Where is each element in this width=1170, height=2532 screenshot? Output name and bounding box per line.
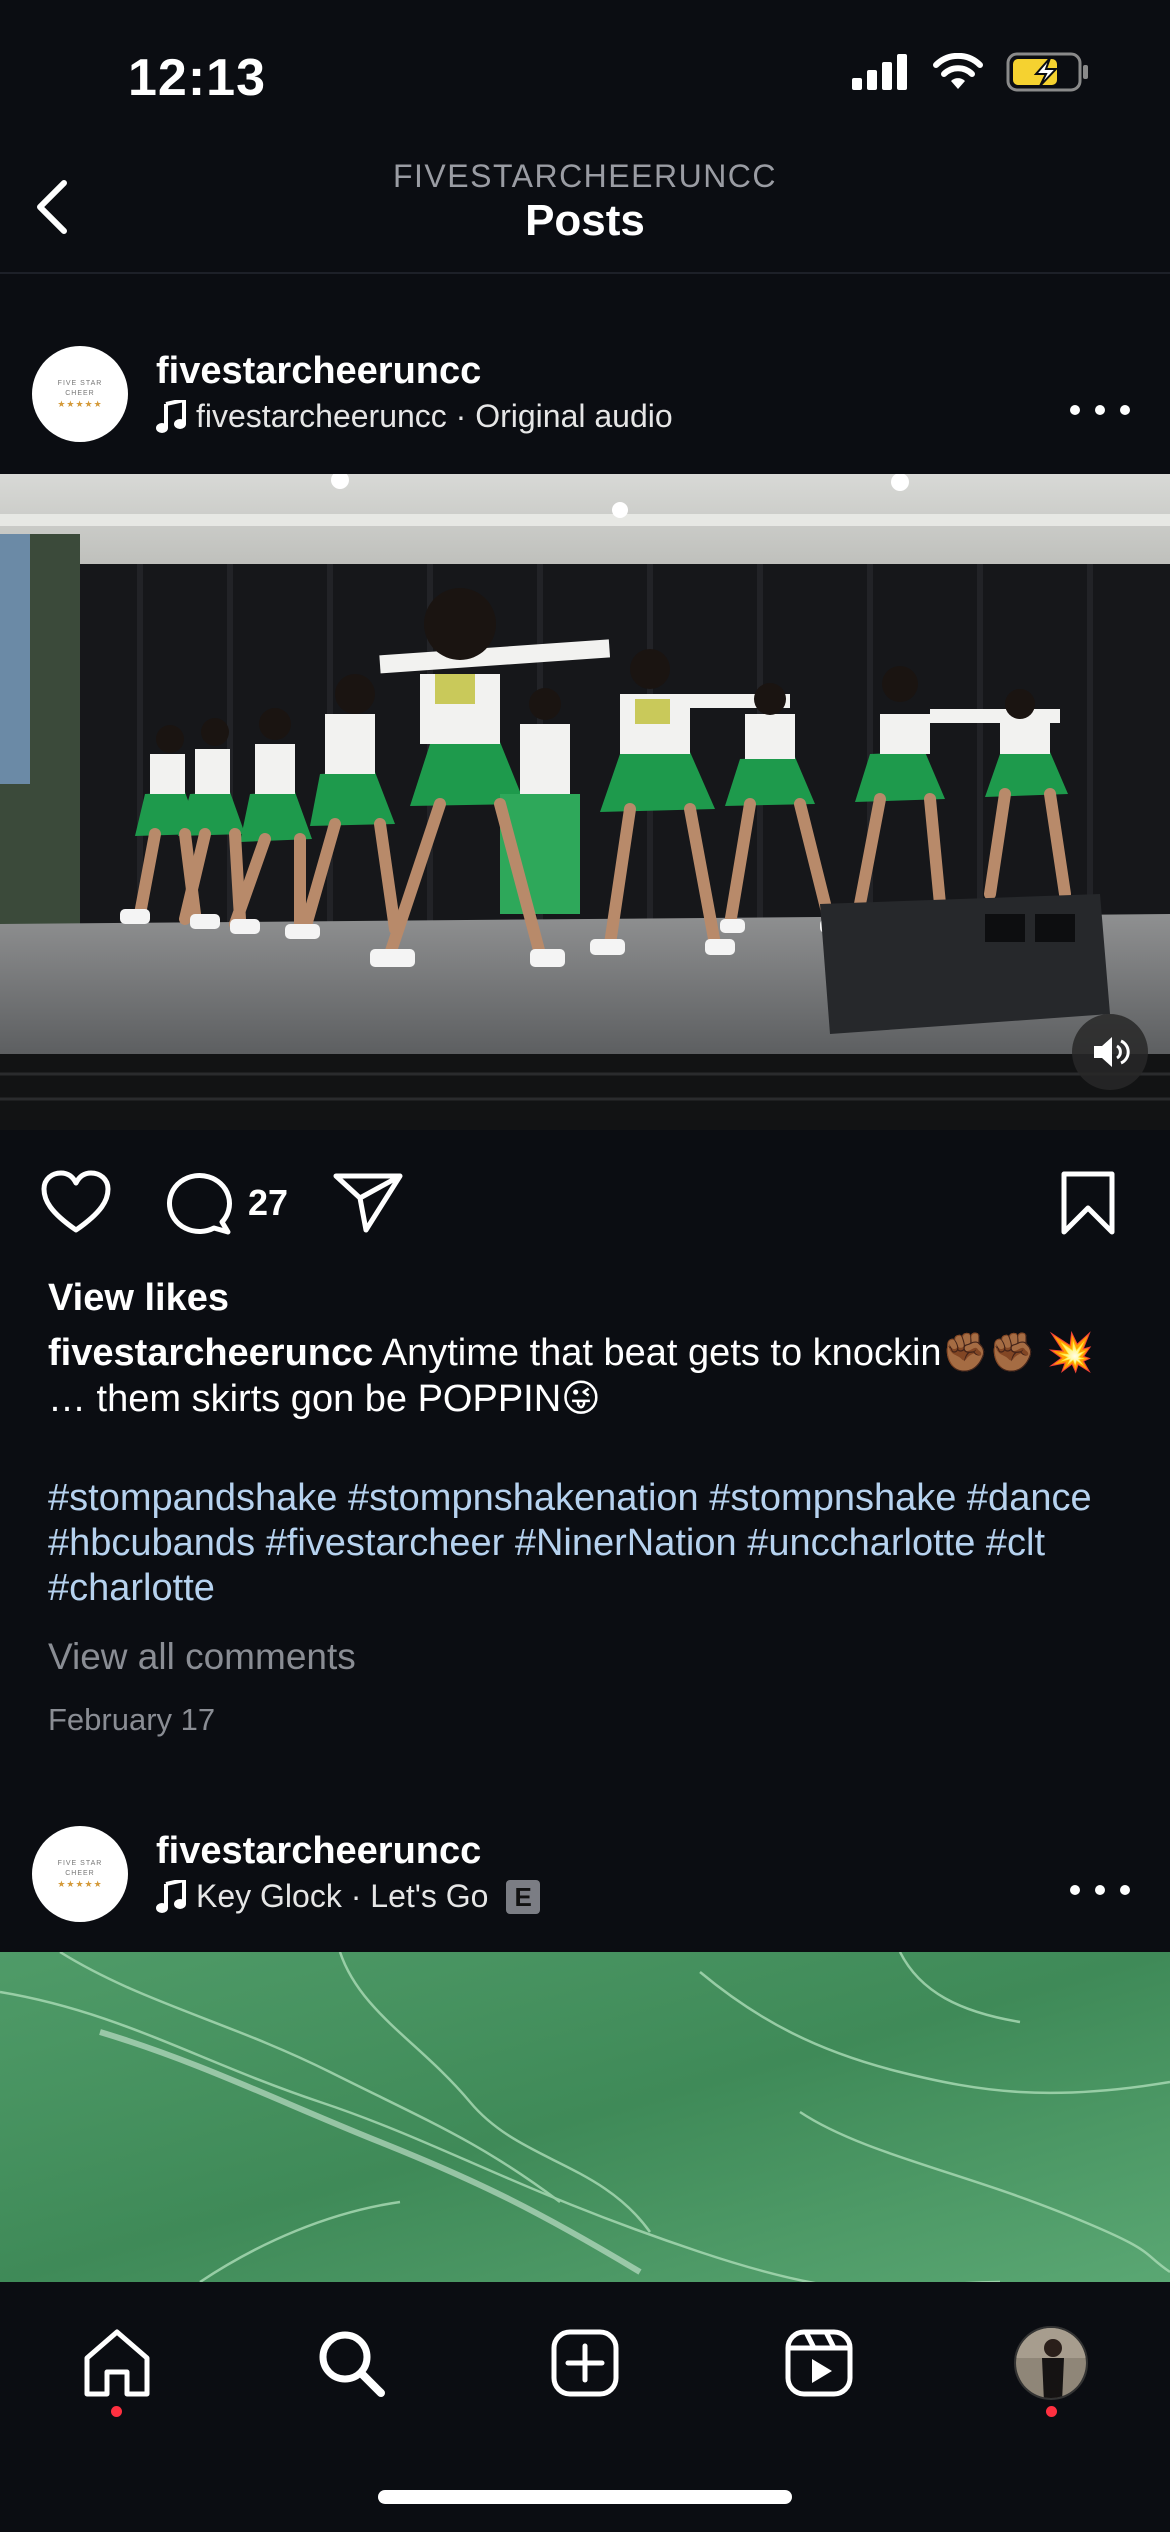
avatar-logo: FIVE STAR CHEER ★★★★★ (57, 1860, 103, 1889)
more-options-button[interactable] (1070, 390, 1130, 430)
comment-button[interactable]: 27 (164, 1170, 288, 1236)
header-username: FIVESTARCHEERUNCC (392, 158, 778, 194)
page-header: FIVESTARCHEERUNCC Posts (0, 150, 1170, 274)
avatar[interactable]: FIVE STAR CHEER ★★★★★ (32, 1826, 128, 1922)
like-button[interactable] (40, 1170, 112, 1234)
status-time: 12:13 (128, 49, 266, 107)
comment-count: 27 (248, 1182, 289, 1223)
profile-notification-dot (1046, 2406, 1057, 2417)
save-button[interactable] (1060, 1170, 1116, 1236)
explicit-badge: E (506, 1879, 540, 1914)
dot-icon (1095, 405, 1105, 415)
status-bar: 12:13 (0, 0, 1170, 150)
audio-label: Key Glock · Let's Go (196, 1878, 489, 1914)
bookmark-icon (1061, 1171, 1115, 1235)
post-actions: 27 (0, 1160, 1170, 1250)
post-caption: fivestarcheeruncc Anytime that beat gets… (48, 1330, 1128, 1422)
video-frame (0, 474, 1170, 1130)
cellular-signal-icon (852, 54, 907, 90)
dot-icon (1120, 1885, 1130, 1895)
music-note-icon (156, 1879, 186, 1913)
nav-profile[interactable] (1006, 2318, 1096, 2408)
dot-icon (1095, 1885, 1105, 1895)
post-username[interactable]: fivestarcheeruncc (156, 1830, 481, 1873)
search-icon (319, 2331, 385, 2397)
profile-photo (1016, 2328, 1086, 2398)
heart-icon (41, 1170, 111, 1233)
more-options-button[interactable] (1070, 1870, 1130, 1910)
nav-search[interactable] (306, 2318, 396, 2408)
speaker-icon (1094, 1037, 1130, 1067)
nav-home[interactable] (72, 2318, 162, 2408)
dot-icon (1070, 405, 1080, 415)
home-notification-dot (111, 2406, 122, 2417)
post-hashtags[interactable]: #stompandshake #stompnshakenation #stomp… (48, 1476, 1138, 1611)
post-image-2[interactable] (0, 1952, 1170, 2282)
dot-icon (1120, 405, 1130, 415)
view-all-comments-link[interactable]: View all comments (48, 1636, 356, 1678)
post-video[interactable] (0, 474, 1170, 1130)
marble-background (0, 1952, 1170, 2282)
post-audio[interactable]: fivestarcheeruncc · Original audio (156, 398, 673, 435)
post-audio[interactable]: Key Glock · Let's Go E (156, 1878, 540, 1915)
view-likes-link[interactable]: View likes (48, 1277, 229, 1320)
avatar-logo: FIVE STAR CHEER ★★★★★ (57, 380, 103, 409)
profile-avatar (1014, 2326, 1088, 2400)
battery-charging-icon (1006, 52, 1088, 92)
dot-icon (1070, 1885, 1080, 1895)
comment-icon (166, 1173, 232, 1235)
post-username[interactable]: fivestarcheeruncc (156, 350, 481, 393)
post-date: February 17 (48, 1702, 216, 1737)
nav-create[interactable] (540, 2318, 630, 2408)
avatar[interactable]: FIVE STAR CHEER ★★★★★ (32, 346, 128, 442)
send-icon (333, 1173, 403, 1233)
share-button[interactable] (332, 1170, 404, 1234)
add-post-icon (551, 2329, 619, 2397)
reels-icon (785, 2329, 853, 2397)
post-header-2: FIVE STAR CHEER ★★★★★ fivestarcheeruncc … (0, 1800, 1170, 1950)
nav-reels[interactable] (774, 2318, 864, 2408)
home-indicator[interactable] (378, 2490, 792, 2504)
caption-username[interactable]: fivestarcheeruncc (48, 1332, 373, 1374)
status-icons (852, 52, 1090, 92)
wifi-icon (933, 53, 983, 89)
audio-label: fivestarcheeruncc · Original audio (196, 398, 673, 434)
audio-toggle-button[interactable] (1072, 1014, 1148, 1090)
post-header: FIVE STAR CHEER ★★★★★ fivestarcheeruncc … (0, 320, 1170, 470)
home-icon (84, 2329, 150, 2397)
page-title: Posts (525, 196, 645, 245)
music-note-icon (156, 399, 186, 433)
